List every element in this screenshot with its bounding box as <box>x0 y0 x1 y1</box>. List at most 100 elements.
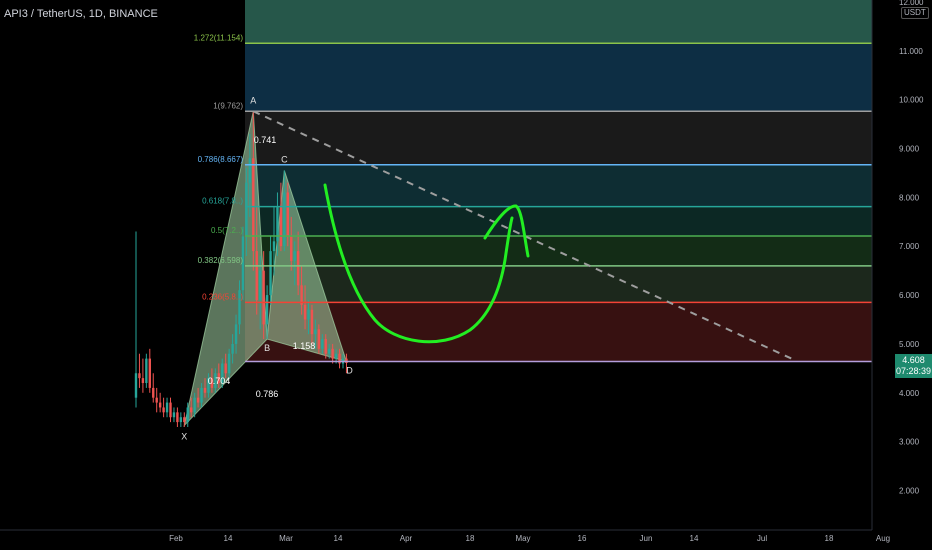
harmonic-ratio-label: 0.786 <box>256 389 279 399</box>
time-axis-tick: 16 <box>578 534 587 543</box>
candle-body <box>334 353 338 359</box>
price-axis-tick: 11.000 <box>899 47 923 56</box>
candle-body <box>169 402 172 418</box>
candle-body <box>231 343 234 354</box>
candle-body <box>165 402 169 413</box>
candle-body <box>262 270 265 325</box>
fib-level-label: 1(9.762) <box>213 101 243 110</box>
candle-body <box>155 397 158 403</box>
candle-body <box>290 236 293 261</box>
candle-body <box>252 158 255 252</box>
harmonic-ratio-label: 1.158 <box>293 341 316 351</box>
candle-body <box>141 378 145 384</box>
candle-body <box>307 309 310 320</box>
candle-body <box>138 373 141 379</box>
candle-body <box>321 339 324 349</box>
price-axis-tick: 2.000 <box>899 487 920 496</box>
candle-body <box>331 348 334 359</box>
fib-level-label: 1.272(11.154) <box>194 33 244 42</box>
time-axis-tick: 14 <box>690 534 699 543</box>
time-axis-tick: Aug <box>876 534 890 543</box>
price-axis-tick: 10.000 <box>899 96 924 105</box>
candle-body <box>293 251 296 261</box>
candle-body <box>224 363 227 374</box>
candle-body <box>286 192 289 237</box>
candle-body <box>324 339 327 354</box>
fib-band <box>245 164 872 207</box>
candle-body <box>158 402 162 408</box>
time-axis-tick: Jul <box>757 534 767 543</box>
time-axis-tick: Mar <box>279 534 293 543</box>
price-axis-tick: 8.000 <box>899 193 920 202</box>
time-axis-tick: Apr <box>400 534 413 543</box>
candle-body <box>296 251 300 286</box>
price-chart[interactable]: 1.272(11.154) 1(9.762) 0.786(8.667) 0.618(7… <box>0 0 932 550</box>
price-axis-tick: 5.000 <box>899 340 920 349</box>
time-axis-tick: Feb <box>169 534 183 543</box>
time-axis-tick: May <box>515 534 530 543</box>
candle-body <box>190 407 193 413</box>
candle-body <box>145 358 148 384</box>
fib-band <box>245 265 872 303</box>
candle-body <box>227 353 231 374</box>
harmonic-ratio-label: 0.741 <box>254 135 277 145</box>
candle-body <box>283 192 286 247</box>
harmonic-point-label: X <box>181 432 187 442</box>
symbol-title[interactable]: API3 / TetherUS, 1D, BINANCE <box>4 8 158 20</box>
candle-body <box>134 373 138 398</box>
fib-level-label: 0.5(7.2..) <box>211 226 243 235</box>
candle-body <box>314 329 317 335</box>
candle-body <box>183 417 186 423</box>
candle-body <box>152 387 155 398</box>
candle-body <box>259 270 262 300</box>
currency-unit-badge[interactable]: USDT <box>901 7 929 19</box>
time-axis-tick: Jun <box>640 534 653 543</box>
candle-body <box>269 251 272 296</box>
harmonic-point-label: D <box>346 366 353 376</box>
candle-body <box>176 412 179 423</box>
fib-level-label: 0.236(5.8..) <box>202 292 243 301</box>
candle-body <box>272 241 276 252</box>
candle-body <box>186 407 189 423</box>
candle-body <box>310 309 314 335</box>
current-price-badge: 4.608 07:28:39 <box>895 354 932 378</box>
price-axis-tick: 12.000 <box>899 0 924 7</box>
harmonic-point-label: A <box>250 95 256 105</box>
price-axis-tick: 4.000 <box>899 389 920 398</box>
price-axis-tick: 9.000 <box>899 145 920 154</box>
candle-body <box>196 397 200 403</box>
price-axis-tick: 6.000 <box>899 291 920 300</box>
harmonic-point-label: B <box>264 343 270 353</box>
candle-body <box>245 182 248 237</box>
candle-body <box>255 251 258 300</box>
fib-band <box>245 43 872 112</box>
time-axis-tick: 18 <box>466 534 475 543</box>
bar-countdown: 07:28:39 <box>895 366 932 376</box>
harmonic-point-label: C <box>281 154 288 164</box>
fib-band <box>245 111 872 165</box>
fib-band <box>245 0 872 44</box>
fib-band <box>245 206 872 236</box>
candle-body <box>317 329 321 349</box>
harmonic-ratio-label: 0.704 <box>208 376 231 386</box>
candle-body <box>234 324 238 344</box>
candle-body <box>248 158 252 183</box>
candle-body <box>303 304 307 320</box>
time-axis-tick: 14 <box>224 534 233 543</box>
price-axis-tick: 7.000 <box>899 242 920 251</box>
candle-body <box>328 348 331 354</box>
candle-body <box>148 358 151 388</box>
candle-body <box>265 295 269 325</box>
fib-level-label: 0.382(6.598) <box>198 256 244 265</box>
candle-body <box>172 412 176 418</box>
candle-body <box>162 407 165 413</box>
candle-body <box>179 417 183 423</box>
candle-body <box>193 397 196 413</box>
candle-body <box>203 387 207 393</box>
fib-level-label: 0.618(7.8..) <box>202 197 243 206</box>
price-axis-tick: 3.000 <box>899 438 920 447</box>
current-price-value: 4.608 <box>902 355 925 365</box>
fib-level-label: 0.786(8.667) <box>198 155 244 164</box>
candle-body <box>200 387 203 403</box>
candle-body <box>279 207 283 247</box>
